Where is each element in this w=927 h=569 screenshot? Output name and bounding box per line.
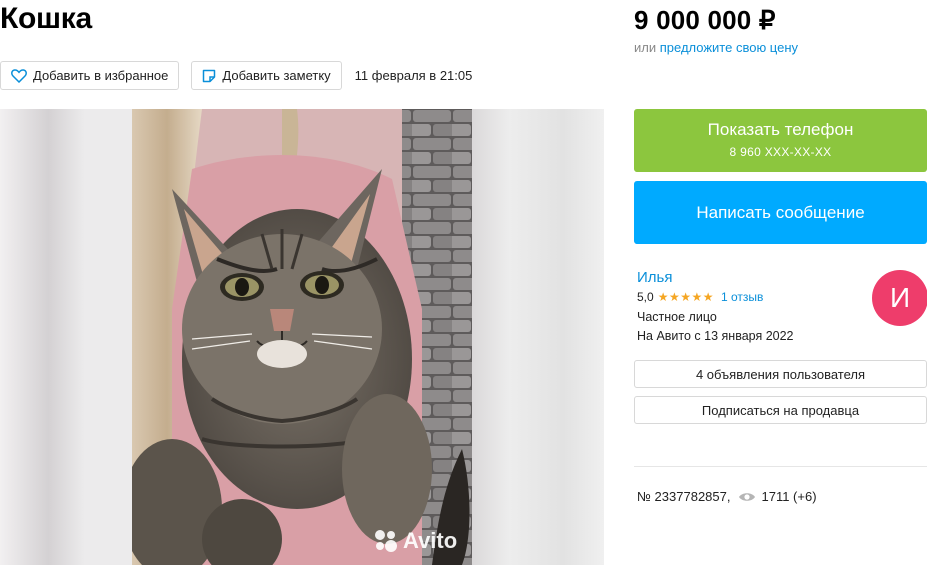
offer-price-link[interactable]: предложите свою цену bbox=[660, 40, 798, 55]
add-to-favorites-label: Добавить в избранное bbox=[33, 68, 169, 83]
avito-watermark: Avito bbox=[373, 528, 457, 554]
rating-stars: ★★★★★ bbox=[657, 290, 714, 304]
listing-date: 11 февраля в 21:05 bbox=[354, 68, 473, 83]
phone-number-masked: 8 960 XXX-XX-XX bbox=[729, 145, 832, 159]
user-listings-button[interactable]: 4 объявления пользователя bbox=[634, 360, 927, 388]
listing-id: № 2337782857, bbox=[637, 489, 731, 504]
avito-watermark-text: Avito bbox=[403, 528, 458, 553]
photo-gallery[interactable]: Avito bbox=[0, 109, 604, 565]
eye-icon bbox=[739, 492, 756, 501]
add-note-button[interactable]: Добавить заметку bbox=[191, 61, 342, 90]
cat-photo-image bbox=[132, 109, 472, 565]
seller-type: Частное лицо bbox=[637, 310, 717, 324]
show-phone-label: Показать телефон bbox=[707, 120, 854, 139]
add-note-label: Добавить заметку bbox=[222, 68, 331, 83]
view-count: 1711 (+6) bbox=[761, 489, 817, 504]
subscribe-seller-button[interactable]: Подписаться на продавца bbox=[634, 396, 927, 424]
gallery-backdrop-right bbox=[469, 109, 604, 565]
listing-actions: Добавить в избранное Добавить заметку 11… bbox=[0, 61, 472, 90]
add-to-favorites-button[interactable]: Добавить в избранное bbox=[0, 61, 180, 90]
write-message-button[interactable]: Написать сообщение bbox=[634, 181, 927, 244]
note-icon bbox=[203, 69, 216, 82]
seller-since: На Авито с 13 января 2022 bbox=[637, 329, 794, 343]
listing-meta: № 2337782857, 1711 (+6) bbox=[637, 489, 817, 504]
seller-rating: 5,0 ★★★★★ 1 отзыв bbox=[637, 290, 763, 304]
listing-price: 9 000 000 ₽ bbox=[634, 5, 776, 35]
price-offer: или предложите свою цену bbox=[634, 40, 798, 55]
seller-name-link[interactable]: Илья bbox=[637, 269, 672, 286]
cat-photo[interactable] bbox=[132, 109, 472, 565]
seller-avatar[interactable]: И bbox=[872, 270, 927, 326]
heart-icon bbox=[11, 68, 27, 83]
rating-value: 5,0 bbox=[637, 290, 654, 304]
offer-prefix: или bbox=[634, 40, 657, 55]
show-phone-button[interactable]: Показать телефон 8 960 XXX-XX-XX bbox=[634, 109, 927, 172]
sidebar-divider bbox=[634, 466, 927, 467]
avito-logo-icon bbox=[375, 530, 397, 552]
listing-title: Кошка bbox=[0, 2, 92, 35]
reviews-link[interactable]: 1 отзыв bbox=[721, 290, 763, 304]
